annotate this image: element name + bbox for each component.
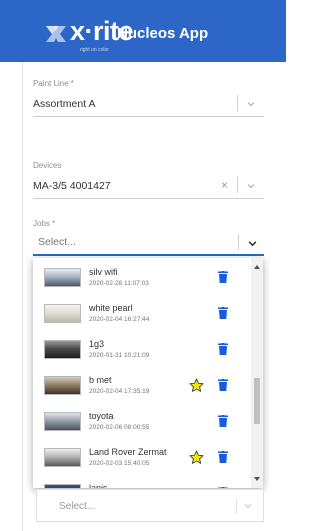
job-name: toyota: [89, 411, 114, 421]
list-item[interactable]: lapis: [33, 476, 251, 488]
trash-icon[interactable]: [218, 451, 228, 463]
job-name: lapis: [89, 483, 108, 488]
chevron-down-icon[interactable]: [247, 100, 255, 108]
devices-separator: [237, 177, 238, 193]
list-item[interactable]: white pearl 2020-02-04 16:27:44: [33, 296, 251, 332]
job-name: 1g3: [89, 339, 105, 349]
star-icon[interactable]: [189, 450, 204, 465]
jobs-underline: [33, 254, 264, 256]
scroll-up-arrow-icon[interactable]: [254, 265, 260, 269]
paint-line-separator: [237, 95, 238, 111]
paint-line-underline: [33, 116, 264, 117]
devices-underline: [33, 198, 264, 199]
scrollbar-thumb[interactable]: [254, 378, 260, 424]
job-date: 2020-02-04 17:35:19: [89, 388, 150, 395]
dropdown-scrollbar[interactable]: [251, 258, 263, 488]
list-item[interactable]: 1g3 2020-01-31 10:21:09: [33, 332, 251, 368]
app-title: Nucleos App: [117, 25, 209, 42]
bottom-select[interactable]: Select...: [36, 489, 264, 522]
job-date: 2020-02-03 15:40:05: [89, 460, 150, 467]
bottom-select-placeholder: Select...: [59, 501, 96, 512]
list-item[interactable]: Land Rover Zermat 2020-02-03 15:40:05: [33, 440, 251, 476]
chevron-down-icon[interactable]: [248, 239, 257, 248]
list-item[interactable]: silv wifi 2020-02-28 11:07:03: [33, 260, 251, 296]
job-name: Land Rover Zermat: [89, 447, 167, 457]
job-name: b met: [89, 375, 112, 385]
color-swatch: [44, 268, 81, 287]
trash-icon[interactable]: [218, 307, 228, 319]
chevron-down-icon[interactable]: [244, 502, 252, 510]
clear-icon[interactable]: ×: [221, 178, 228, 192]
color-swatch: [44, 304, 81, 323]
color-swatch: [44, 448, 81, 467]
job-name: white pearl: [89, 303, 133, 313]
paint-line-value[interactable]: Assortment A: [33, 98, 95, 110]
devices-label: Devices: [33, 161, 62, 170]
list-item[interactable]: b met 2020-02-04 17:35:19: [33, 368, 251, 404]
trash-icon[interactable]: [218, 343, 228, 355]
trash-icon[interactable]: [218, 271, 228, 283]
trash-icon[interactable]: [218, 379, 228, 391]
app-header: x·rite right on color Nucleos App: [0, 0, 286, 62]
color-swatch: [44, 340, 81, 359]
trash-icon[interactable]: [218, 487, 228, 488]
color-swatch: [44, 484, 81, 488]
paint-line-label: Paint Line *: [33, 79, 74, 88]
color-swatch: [44, 412, 81, 431]
job-name: silv wifi: [89, 267, 118, 277]
chevron-down-icon[interactable]: [247, 182, 255, 190]
star-icon[interactable]: [189, 378, 204, 393]
xrite-logo-tagline: right on color: [80, 47, 109, 53]
scroll-down-arrow-icon[interactable]: [254, 477, 260, 481]
jobs-label: Jobs *: [33, 219, 56, 228]
list-item[interactable]: toyota 2020-02-06 08:00:55: [33, 404, 251, 440]
jobs-separator: [238, 234, 239, 250]
job-date: 2020-01-31 10:21:09: [89, 352, 150, 359]
jobs-select-input[interactable]: Select...: [38, 236, 76, 248]
trash-icon[interactable]: [218, 415, 228, 427]
jobs-dropdown-menu[interactable]: silv wifi 2020-02-28 11:07:03 white pear…: [33, 258, 263, 488]
devices-value[interactable]: MA-3/5 4001427: [33, 180, 111, 192]
bottom-select-separator: [236, 498, 237, 514]
color-swatch: [44, 376, 81, 395]
xrite-logo-icon: [46, 26, 66, 42]
job-date: 2020-02-28 11:07:03: [89, 280, 149, 287]
job-date: 2020-02-04 16:27:44: [89, 316, 150, 323]
sidebar-divider: [22, 62, 23, 531]
job-date: 2020-02-06 08:00:55: [89, 424, 150, 431]
